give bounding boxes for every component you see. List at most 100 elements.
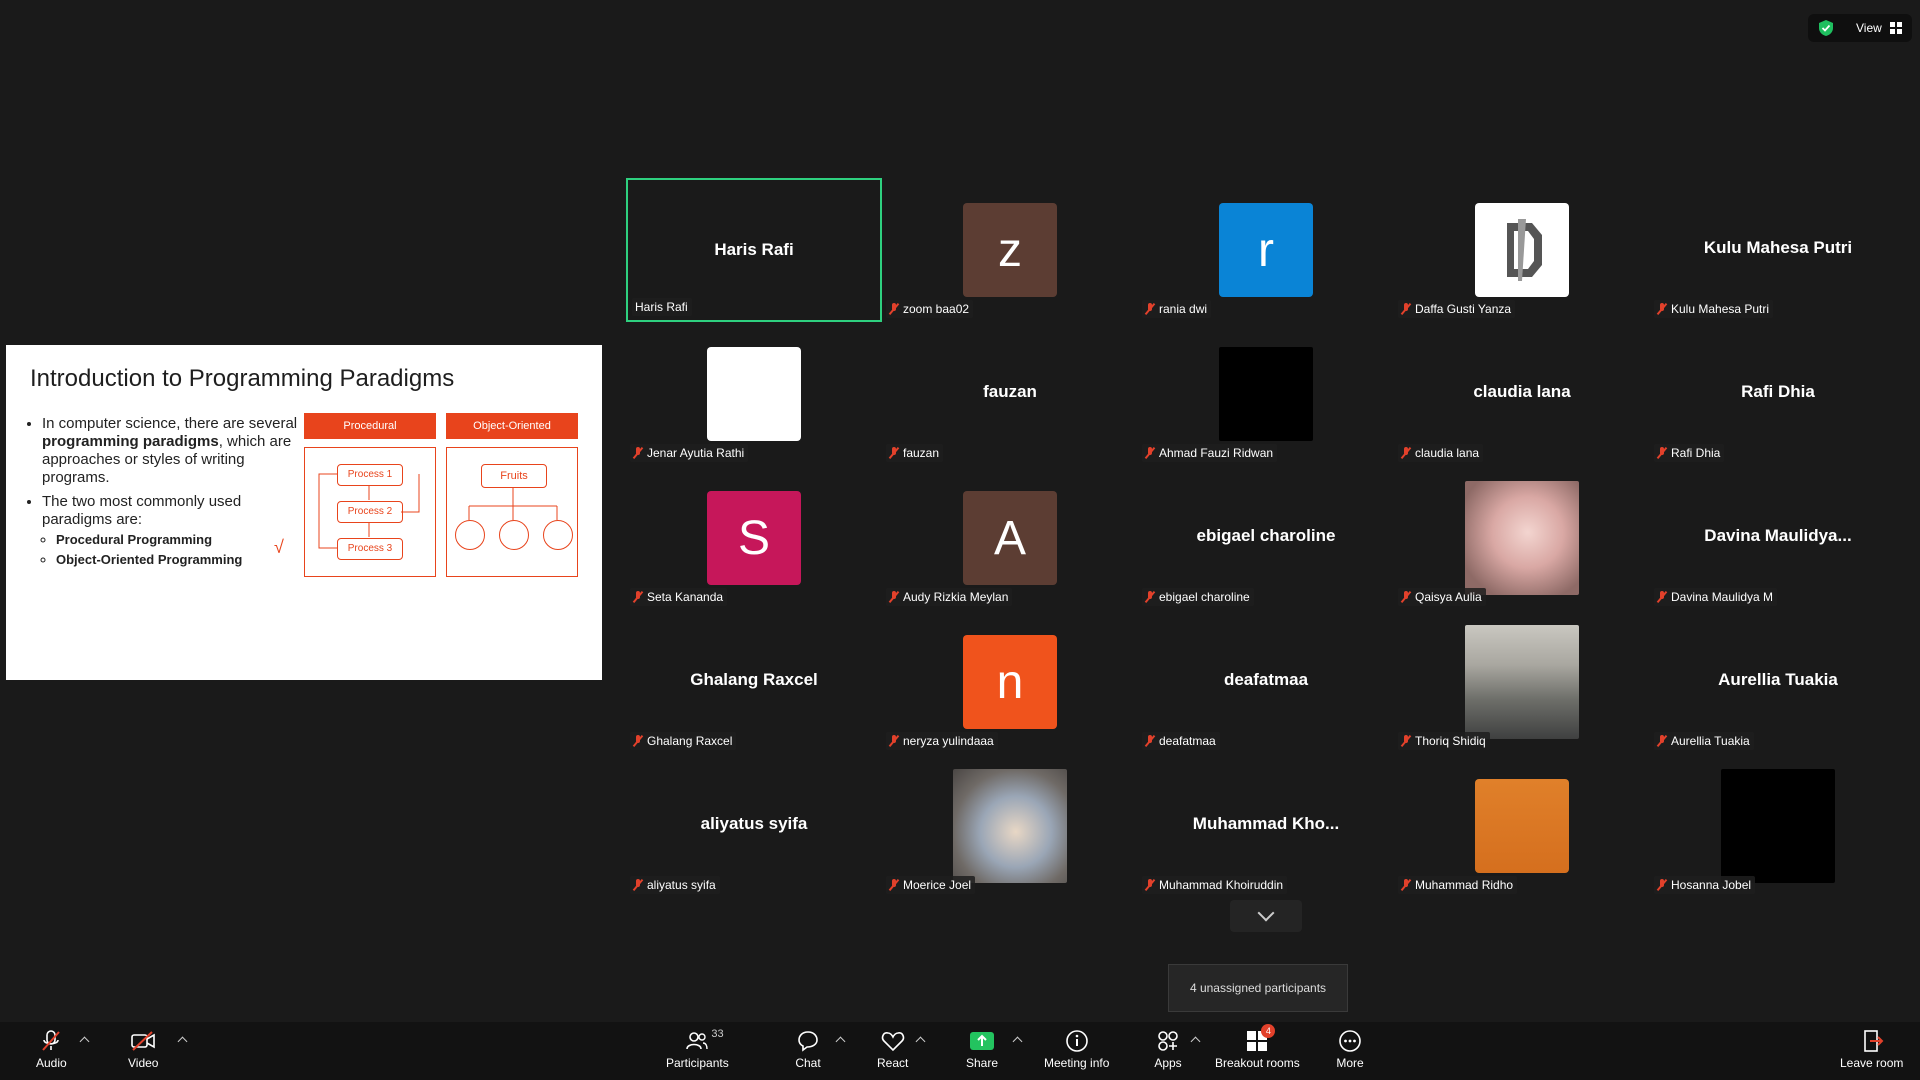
mic-muted-icon bbox=[889, 447, 899, 459]
video-button[interactable]: Video bbox=[128, 1028, 158, 1070]
participant-name-label: Moerice Joel bbox=[886, 876, 976, 894]
participant-name-label: Seta Kananda bbox=[630, 588, 728, 606]
participant-name: Audy Rizkia Meylan bbox=[903, 590, 1009, 604]
shield-icon bbox=[1819, 20, 1833, 36]
breakout-rooms-button[interactable]: 4 Breakout rooms bbox=[1215, 1024, 1300, 1070]
participant-tile[interactable]: Muhammad Kho... Muhammad Khoiruddin bbox=[1138, 754, 1394, 898]
participant-tile[interactable]: Haris Rafi Haris Rafi bbox=[626, 178, 882, 322]
procedural-box: Process 1 Process 2 Process 3 bbox=[304, 447, 436, 577]
view-toggle[interactable]: View bbox=[1808, 14, 1912, 42]
react-options-caret[interactable] bbox=[915, 1036, 926, 1047]
participant-tile[interactable]: r rania dwi bbox=[1138, 178, 1394, 322]
participant-tile[interactable]: Qaisya Aulia bbox=[1394, 466, 1650, 610]
participant-avatar: S bbox=[707, 491, 801, 585]
mic-muted-icon bbox=[633, 879, 643, 891]
participant-tile[interactable]: S Seta Kananda bbox=[626, 466, 882, 610]
mic-muted-icon bbox=[889, 591, 899, 603]
oop-lines bbox=[468, 487, 558, 520]
participant-tile[interactable]: Davina Maulidya... Davina Maulidya M bbox=[1650, 466, 1906, 610]
participant-tile[interactable]: Moerice Joel bbox=[882, 754, 1138, 898]
participant-tile[interactable]: z zoom baa02 bbox=[882, 178, 1138, 322]
meeting-info-button[interactable]: Meeting info bbox=[1044, 1028, 1109, 1070]
participant-name-label: Rafi Dhia bbox=[1654, 444, 1725, 462]
participant-tile[interactable]: fauzan fauzan bbox=[882, 322, 1138, 466]
participants-label: Participants bbox=[666, 1056, 729, 1070]
participants-button[interactable]: 33 Participants bbox=[666, 1028, 729, 1070]
participant-display-name: ebigael charoline bbox=[1196, 526, 1336, 545]
participant-name-label: Ahmad Fauzi Ridwan bbox=[1142, 444, 1278, 462]
participant-tile[interactable]: A Audy Rizkia Meylan bbox=[882, 466, 1138, 610]
audio-label: Audio bbox=[36, 1056, 67, 1070]
participant-tile[interactable]: n neryza yulindaaa bbox=[882, 610, 1138, 754]
participant-name-label: ebigael charoline bbox=[1142, 588, 1254, 606]
participant-name-label: Qaisya Aulia bbox=[1398, 588, 1486, 606]
participant-display-name: fauzan bbox=[983, 382, 1037, 401]
more-label: More bbox=[1336, 1056, 1364, 1070]
participant-name-label: Muhammad Khoiruddin bbox=[1142, 876, 1288, 894]
participant-tile[interactable]: Kulu Mahesa Putri Kulu Mahesa Putri bbox=[1650, 178, 1906, 322]
mic-muted-icon bbox=[1401, 303, 1411, 315]
apps-button[interactable]: Apps bbox=[1154, 1028, 1182, 1070]
react-button[interactable]: React bbox=[877, 1028, 908, 1070]
participant-name: ebigael charoline bbox=[1159, 590, 1250, 604]
participant-name-label: Daffa Gusti Yanza bbox=[1398, 300, 1516, 318]
mic-muted-icon bbox=[1657, 591, 1667, 603]
slide-sub-2: Object-Oriented Programming bbox=[56, 551, 300, 569]
checkmark-annotation: √ bbox=[274, 537, 284, 557]
slide-text: In computer science, there are several p… bbox=[30, 415, 300, 577]
audio-button[interactable]: Audio bbox=[36, 1028, 67, 1070]
participant-name-label: aliyatus syifa bbox=[630, 876, 720, 894]
participant-display-name: Haris Rafi bbox=[714, 240, 794, 259]
chat-label: Chat bbox=[795, 1056, 821, 1070]
participant-tile[interactable]: ebigael charoline ebigael charoline bbox=[1138, 466, 1394, 610]
participant-tile[interactable]: aliyatus syifa aliyatus syifa bbox=[626, 754, 882, 898]
participant-tile[interactable]: Ahmad Fauzi Ridwan bbox=[1138, 322, 1394, 466]
slide-diagrams: Procedural Process 1 Process 2 Process 3… bbox=[304, 413, 578, 577]
chat-button[interactable]: Chat bbox=[794, 1028, 822, 1070]
bullet1-bold: programming paradigms bbox=[42, 433, 219, 450]
mic-muted-icon bbox=[633, 591, 643, 603]
more-button[interactable]: More bbox=[1336, 1028, 1364, 1070]
camera-off-icon bbox=[129, 1028, 157, 1054]
participant-name: Qaisya Aulia bbox=[1415, 590, 1482, 604]
chevron-down-icon bbox=[1257, 904, 1275, 922]
video-options-caret[interactable] bbox=[177, 1036, 188, 1047]
participant-tile[interactable]: claudia lana claudia lana bbox=[1394, 322, 1650, 466]
participant-tile[interactable]: Thoriq Shidiq bbox=[1394, 610, 1650, 754]
participant-tile[interactable]: Rafi Dhia Rafi Dhia bbox=[1650, 322, 1906, 466]
participant-tile[interactable]: Daffa Gusti Yanza bbox=[1394, 178, 1650, 322]
leave-icon bbox=[1858, 1028, 1886, 1054]
participant-tile[interactable]: Aurellia Tuakia Aurellia Tuakia bbox=[1650, 610, 1906, 754]
participant-tile[interactable]: Ghalang Raxcel Ghalang Raxcel bbox=[626, 610, 882, 754]
share-screen-icon bbox=[968, 1028, 996, 1054]
apps-options-caret[interactable] bbox=[1190, 1036, 1201, 1047]
participant-name: Jenar Ayutia Rathi bbox=[647, 446, 745, 460]
participant-tile[interactable]: Hosanna Jobel bbox=[1650, 754, 1906, 898]
share-options-caret[interactable] bbox=[1012, 1036, 1023, 1047]
participant-name-label: neryza yulindaaa bbox=[886, 732, 998, 750]
participant-tile[interactable]: deafatmaa deafatmaa bbox=[1138, 610, 1394, 754]
participant-tile[interactable]: Muhammad Ridho bbox=[1394, 754, 1650, 898]
participant-name: Haris Rafi bbox=[635, 300, 688, 314]
audio-options-caret[interactable] bbox=[79, 1036, 90, 1047]
bullet2-text: The two most commonly used paradigms are… bbox=[42, 493, 242, 528]
participant-tile[interactable]: Jenar Ayutia Rathi bbox=[626, 322, 882, 466]
heart-icon bbox=[879, 1028, 907, 1054]
mic-muted-icon bbox=[1145, 447, 1155, 459]
participant-name-label: Kulu Mahesa Putri bbox=[1654, 300, 1774, 318]
mic-muted-icon bbox=[1401, 735, 1411, 747]
participant-display-name: Muhammad Kho... bbox=[1192, 814, 1340, 833]
participant-name-label: zoom baa02 bbox=[886, 300, 974, 318]
chat-options-caret[interactable] bbox=[835, 1036, 846, 1047]
share-label: Share bbox=[966, 1056, 999, 1070]
info-icon bbox=[1063, 1028, 1091, 1054]
participant-name: Seta Kananda bbox=[647, 590, 724, 604]
react-label: React bbox=[877, 1056, 909, 1070]
share-button[interactable]: Share bbox=[966, 1028, 998, 1070]
leave-room-button[interactable]: Leave room bbox=[1840, 1028, 1903, 1070]
scroll-down-button[interactable] bbox=[1230, 900, 1302, 932]
participant-name: Daffa Gusti Yanza bbox=[1415, 302, 1512, 316]
participant-name: rania dwi bbox=[1159, 302, 1208, 316]
mic-muted-icon bbox=[1657, 735, 1667, 747]
mic-muted-icon bbox=[1401, 879, 1411, 891]
